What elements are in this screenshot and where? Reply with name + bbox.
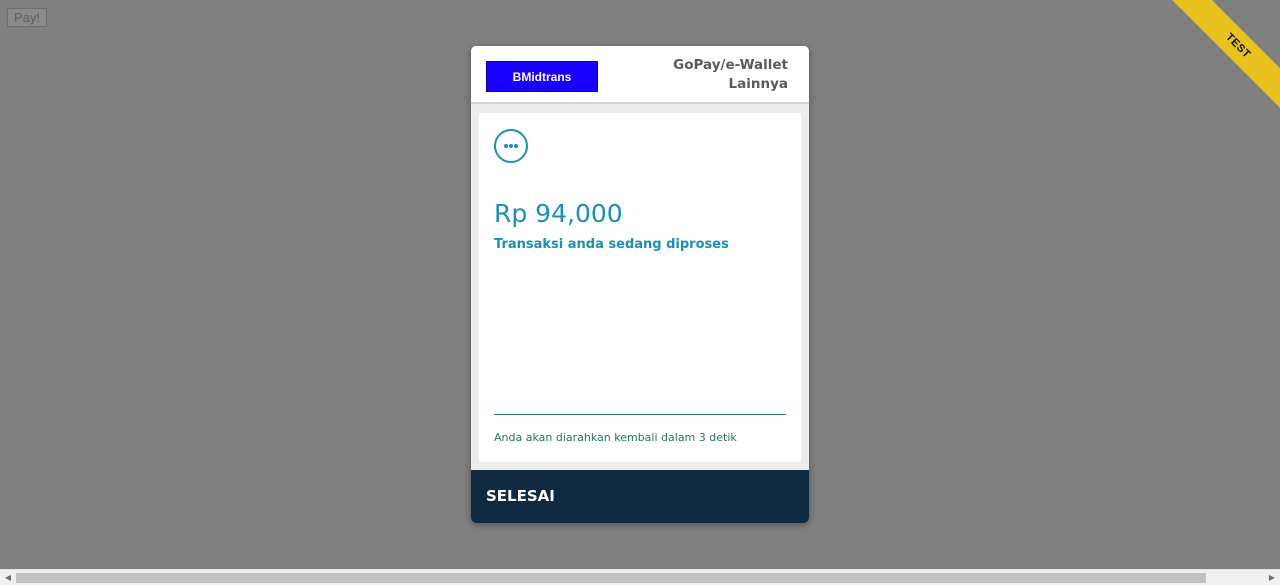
horizontal-scrollbar[interactable]: ◀ ▶ [0,569,1280,585]
chevron-right-icon[interactable]: ▶ [1264,570,1280,585]
merchant-logo: BMidtrans [486,61,598,92]
pay-button[interactable]: Pay! [7,8,48,27]
payment-method-title-line1: GoPay/e-Wallet [673,57,788,73]
chevron-left-icon[interactable]: ◀ [0,570,16,585]
popup-header: BMidtrans GoPay/e-Wallet Lainnya [471,46,809,104]
redirect-countdown-text: Anda akan diarahkan kembali dalam 3 deti… [494,431,737,444]
ellipsis-circle-icon [494,129,528,163]
ellipsis-dot [509,144,513,148]
ellipsis-dot [514,144,518,148]
payment-popup: BMidtrans GoPay/e-Wallet Lainnya Rp 94,0… [471,46,809,523]
finish-button[interactable]: SELESAI [471,470,809,523]
test-ribbon: TEST [1150,0,1280,130]
scrollbar-thumb[interactable] [16,573,1206,583]
transaction-status-panel: Rp 94,000 Transaksi anda sedang diproses… [479,113,801,462]
test-ribbon-label: TEST [1157,0,1280,127]
payment-method-title: GoPay/e-Wallet Lainnya [673,56,788,94]
ellipsis-dot [504,144,508,148]
transaction-amount: Rp 94,000 [494,199,623,228]
payment-method-title-line2: Lainnya [728,76,788,92]
transaction-status-text: Transaksi anda sedang diproses [494,237,729,252]
divider [494,414,786,415]
